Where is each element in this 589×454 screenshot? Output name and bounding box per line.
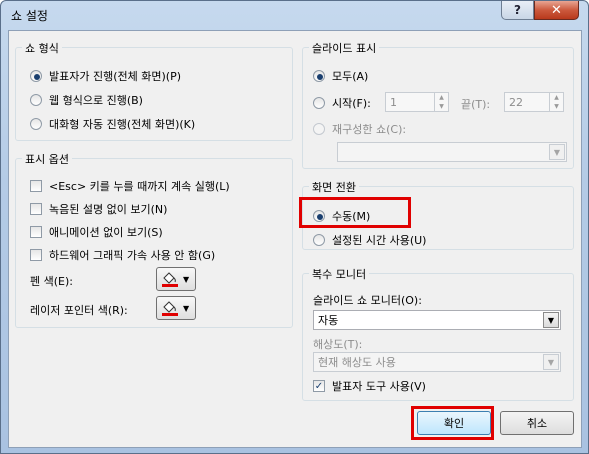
check-no-animation-label: 애니메이션 없이 보기(S) [49, 226, 163, 239]
chevron-down-icon: ▼ [183, 275, 190, 284]
radio-web-label: 웹 형식으로 진행(B) [49, 94, 143, 107]
spin-up-icon[interactable]: ▲ [550, 93, 563, 102]
check-no-narration[interactable]: 녹음된 설명 없이 보기(N) [30, 201, 167, 217]
chevron-down-icon: ▼ [549, 144, 565, 160]
show-type-group: 쇼 형식 발표자가 진행(전체 화면)(P) 웹 형식으로 진행(B) 대화형 … [15, 40, 293, 141]
paint-bucket-icon [162, 301, 178, 316]
check-no-hw-accel[interactable]: 하드웨어 그래픽 가속 사용 안 함(G) [30, 247, 215, 263]
multi-monitor-title: 복수 모니터 [309, 266, 370, 282]
custom-show-select[interactable]: ▼ [337, 142, 567, 162]
check-no-hw-accel-box[interactable] [30, 249, 42, 261]
check-presenter-view[interactable]: ✓ 발표자 도구 사용(V) [313, 378, 426, 394]
radio-kiosk-label: 대화형 자동 진행(전체 화면)(K) [49, 118, 196, 131]
check-no-animation[interactable]: 애니메이션 없이 보기(S) [30, 224, 163, 240]
to-spinner[interactable]: 22 ▲ ▼ [504, 92, 564, 112]
from-spinner[interactable]: 1 ▲ ▼ [385, 92, 449, 112]
spin-down-icon[interactable]: ▼ [435, 102, 448, 111]
dialog-title: 쇼 설정 [11, 9, 48, 23]
spin-down-icon[interactable]: ▼ [550, 102, 563, 111]
radio-from[interactable]: 시작(F): [313, 95, 371, 111]
pen-color-button[interactable]: ▼ [156, 267, 196, 291]
radio-timings-button[interactable] [313, 234, 325, 246]
check-loop-label: <Esc> 키를 누를 때까지 계속 실행(L) [49, 180, 230, 193]
pen-color-label: 펜 색(E): [30, 275, 73, 288]
chevron-down-icon: ▼ [543, 312, 559, 328]
close-button[interactable]: ✕ [534, 1, 579, 20]
radio-timings-label: 설정된 시간 사용(U) [332, 234, 427, 247]
show-setup-dialog: 쇼 설정 ? ✕ 쇼 형식 발표자가 진행(전체 화면)(P) 웹 형식으로 진… [0, 0, 589, 454]
help-button[interactable]: ? [501, 1, 534, 20]
manual-highlight-box [299, 197, 411, 228]
dialog-body: 쇼 형식 발표자가 진행(전체 화면)(P) 웹 형식으로 진행(B) 대화형 … [8, 30, 582, 448]
resolution-value: 현재 해상도 사용 [318, 356, 396, 369]
laser-color-swatch [162, 313, 178, 316]
radio-presenter-label: 발표자가 진행(전체 화면)(P) [49, 70, 181, 83]
show-type-title: 쇼 형식 [22, 40, 62, 56]
ok-highlight-box [411, 406, 494, 440]
to-value: 22 [509, 95, 523, 109]
paint-bucket-icon [162, 272, 178, 287]
pen-color-swatch [162, 284, 178, 287]
show-slides-group: 슬라이드 표시 모두(A) 시작(F): 1 ▲ ▼ 끝(T): 22 ▲ ▼ 재구… [302, 40, 574, 169]
check-presenter-view-box[interactable]: ✓ [313, 380, 325, 392]
from-value: 1 [390, 95, 397, 109]
show-options-title: 표시 옵션 [22, 151, 72, 167]
radio-presenter[interactable]: 발표자가 진행(전체 화면)(P) [30, 68, 181, 84]
radio-presenter-button[interactable] [30, 70, 42, 82]
show-slides-title: 슬라이드 표시 [309, 40, 380, 56]
radio-all-slides-label: 모두(A) [332, 70, 369, 83]
check-no-narration-label: 녹음된 설명 없이 보기(N) [49, 203, 168, 216]
radio-web[interactable]: 웹 형식으로 진행(B) [30, 92, 143, 108]
radio-from-label: 시작(F): [332, 97, 371, 110]
check-no-hw-accel-label: 하드웨어 그래픽 가속 사용 안 함(G) [49, 249, 216, 262]
radio-custom-show[interactable]: 재구성한 쇼(C): [313, 121, 406, 137]
chevron-down-icon: ▼ [183, 304, 190, 313]
radio-kiosk[interactable]: 대화형 자동 진행(전체 화면)(K) [30, 116, 195, 132]
resolution-select[interactable]: 현재 해상도 사용 ▼ [313, 352, 561, 372]
radio-web-button[interactable] [30, 94, 42, 106]
radio-custom-show-label: 재구성한 쇼(C): [332, 123, 407, 136]
monitor-label: 슬라이드 쇼 모니터(O): [313, 294, 422, 307]
to-label: 끝(T): [461, 98, 491, 111]
show-options-group: 표시 옵션 <Esc> 키를 누를 때까지 계속 실행(L) 녹음된 설명 없이… [15, 151, 293, 328]
radio-all-slides-button[interactable] [313, 70, 325, 82]
advance-title: 화면 전환 [309, 179, 359, 195]
check-loop[interactable]: <Esc> 키를 누를 때까지 계속 실행(L) [30, 178, 230, 194]
cancel-button[interactable]: 취소 [500, 411, 574, 435]
check-no-narration-box[interactable] [30, 203, 42, 215]
laser-color-button[interactable]: ▼ [156, 296, 196, 320]
radio-custom-show-button[interactable] [313, 123, 325, 135]
radio-timings[interactable]: 설정된 시간 사용(U) [313, 232, 426, 248]
check-presenter-view-label: 발표자 도구 사용(V) [332, 380, 426, 393]
check-loop-box[interactable] [30, 180, 42, 192]
radio-from-button[interactable] [313, 97, 325, 109]
title-bar[interactable]: 쇼 설정 ? ✕ [1, 1, 588, 29]
check-no-animation-box[interactable] [30, 226, 42, 238]
laser-color-label: 레이저 포인터 색(R): [30, 304, 128, 317]
resolution-label: 해상도(T): [313, 338, 363, 351]
spin-up-icon[interactable]: ▲ [435, 93, 448, 102]
radio-all-slides[interactable]: 모두(A) [313, 68, 368, 84]
chevron-down-icon: ▼ [543, 354, 559, 370]
multi-monitor-group: 복수 모니터 슬라이드 쇼 모니터(O): 자동 ▼ 해상도(T): 현재 해상… [302, 266, 574, 401]
monitor-value: 자동 [318, 314, 339, 327]
monitor-select[interactable]: 자동 ▼ [313, 310, 561, 330]
radio-kiosk-button[interactable] [30, 118, 42, 130]
